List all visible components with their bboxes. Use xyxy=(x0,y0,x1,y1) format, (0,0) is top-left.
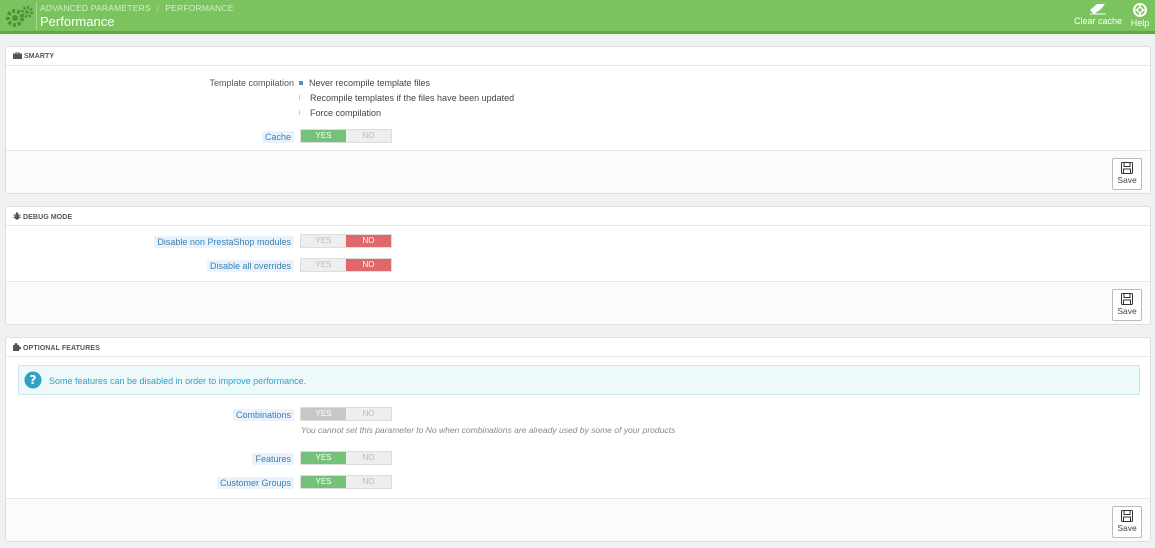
customer-groups-label: Customer Groups xyxy=(216,477,294,489)
question-circle-icon: ? xyxy=(24,371,42,389)
optional-features-panel: OPTIONAL FEATURES ? Some features can be… xyxy=(5,337,1151,542)
debug-mode-panel: DEBUG MODE Disable non PrestaShop module… xyxy=(5,206,1151,325)
save-label: Save xyxy=(1117,523,1137,533)
bug-icon xyxy=(13,212,21,220)
features-switch[interactable]: YES NO xyxy=(300,451,392,465)
page-header: ADVANCED PARAMETERS / PERFORMANCE Performa… xyxy=(0,0,1155,34)
floppy-disk-icon xyxy=(1121,510,1133,522)
floppy-disk-icon xyxy=(1121,162,1133,174)
panel-footer: Save xyxy=(6,281,1150,324)
combinations-help-text: You cannot set this parameter to No when… xyxy=(301,425,676,435)
eraser-icon xyxy=(1090,4,1106,15)
breadcrumb-separator: / xyxy=(156,3,160,13)
info-alert: ? Some features can be disabled in order… xyxy=(18,365,1140,395)
save-button[interactable]: Save xyxy=(1112,158,1142,190)
switch-yes[interactable]: YES xyxy=(301,452,346,464)
panel-heading: DEBUG MODE xyxy=(6,207,1150,226)
switch-no[interactable]: NO xyxy=(346,476,391,488)
radio-dot[interactable] xyxy=(299,95,304,100)
radio-recompile-if-updated[interactable]: Recompile templates if the files have be… xyxy=(299,93,514,103)
panel-title: OPTIONAL FEATURES xyxy=(23,345,100,352)
features-label: Features xyxy=(252,453,294,465)
switch-yes[interactable]: YES xyxy=(301,259,346,271)
panel-title: DEBUG MODE xyxy=(23,214,73,221)
page-title: Performance xyxy=(40,14,115,29)
switch-no[interactable]: NO xyxy=(346,130,391,142)
switch-yes[interactable]: YES xyxy=(301,408,346,420)
switch-no[interactable]: NO xyxy=(346,408,391,420)
panel-title: SMARTY xyxy=(24,53,55,60)
disable-modules-switch[interactable]: YES NO xyxy=(300,234,392,248)
switch-no[interactable]: NO xyxy=(346,259,391,271)
radio-label: Never recompile template files xyxy=(309,78,431,88)
radio-label: Force compilation xyxy=(310,108,382,118)
save-button[interactable]: Save xyxy=(1112,506,1142,538)
briefcase-icon xyxy=(13,52,22,59)
svg-text:?: ? xyxy=(30,373,37,387)
breadcrumb-item[interactable]: PERFORMANCE xyxy=(165,3,233,13)
combinations-label: Combinations xyxy=(232,409,294,421)
clear-cache-label: Clear cache xyxy=(1073,16,1123,26)
radio-never-recompile[interactable]: Never recompile template files xyxy=(299,78,430,88)
help-button[interactable]: Help xyxy=(1127,3,1153,31)
save-button[interactable]: Save xyxy=(1112,289,1142,321)
panel-footer: Save xyxy=(6,498,1150,541)
clear-cache-button[interactable]: Clear cache xyxy=(1070,3,1126,31)
cache-switch[interactable]: YES NO xyxy=(300,129,392,143)
disable-overrides-label: Disable all overrides xyxy=(206,260,294,272)
disable-overrides-switch[interactable]: YES NO xyxy=(300,258,392,272)
save-label: Save xyxy=(1117,306,1137,316)
customer-groups-switch[interactable]: YES NO xyxy=(300,475,392,489)
alert-text: Some features can be disabled in order t… xyxy=(49,376,307,386)
cache-label: Cache xyxy=(261,131,294,143)
header-divider xyxy=(36,2,37,30)
lifebuoy-icon xyxy=(1133,3,1147,17)
radio-dot[interactable] xyxy=(299,110,304,115)
switch-yes[interactable]: YES xyxy=(301,235,346,247)
switch-no[interactable]: NO xyxy=(346,235,391,247)
switch-yes[interactable]: YES xyxy=(301,476,346,488)
panel-heading: OPTIONAL FEATURES xyxy=(6,338,1150,357)
gears-logo-icon xyxy=(6,6,33,27)
disable-modules-label: Disable non PrestaShop modules xyxy=(154,236,294,248)
panel-footer: Save xyxy=(6,150,1150,193)
breadcrumb-item[interactable]: ADVANCED PARAMETERS xyxy=(40,3,151,13)
panel-heading: SMARTY xyxy=(6,47,1150,66)
help-label: Help xyxy=(1130,18,1150,28)
switch-yes[interactable]: YES xyxy=(301,130,346,142)
combinations-switch[interactable]: YES NO xyxy=(300,407,392,421)
radio-dot[interactable] xyxy=(299,81,303,85)
switch-no[interactable]: NO xyxy=(346,452,391,464)
puzzle-piece-icon xyxy=(13,343,21,351)
floppy-disk-icon xyxy=(1121,293,1133,305)
template-compilation-label: Template compilation xyxy=(209,78,294,88)
radio-force-compilation[interactable]: Force compilation xyxy=(299,108,381,118)
radio-label: Recompile templates if the files have be… xyxy=(310,93,515,103)
smarty-panel: SMARTY Template compilation Never recomp… xyxy=(5,46,1151,194)
breadcrumb: ADVANCED PARAMETERS / PERFORMANCE xyxy=(40,3,234,13)
save-label: Save xyxy=(1117,175,1137,185)
